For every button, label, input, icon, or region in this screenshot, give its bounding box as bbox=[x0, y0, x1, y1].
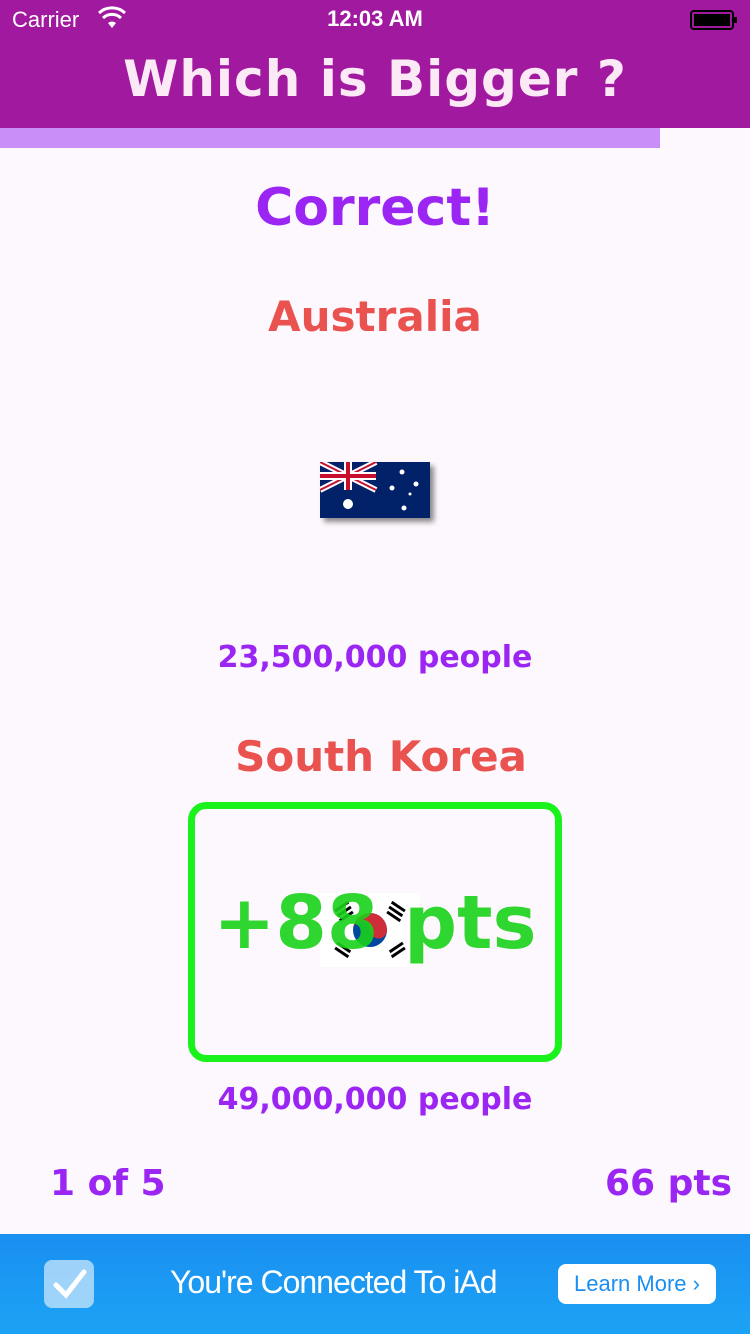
battery-icon bbox=[690, 10, 737, 30]
ad-message: You're Connected To iAd bbox=[170, 1264, 497, 1300]
quiz-progress-fill bbox=[0, 128, 660, 148]
status-time: 12:03 AM bbox=[327, 6, 423, 31]
points-award: +88 pts bbox=[213, 880, 537, 966]
page-title: Which is Bigger ? bbox=[123, 50, 627, 108]
score-total: 66 pts bbox=[604, 1163, 732, 1204]
population-second: 49,000,000 people bbox=[217, 1082, 533, 1117]
app-header: Carrier 12:03 AM Which is Bigger ? bbox=[0, 0, 750, 128]
round-counter: 1 of 5 bbox=[50, 1163, 166, 1204]
country-name-second: South Korea bbox=[235, 732, 527, 781]
australia-flag-icon[interactable] bbox=[320, 462, 430, 518]
status-bar: Carrier 12:03 AM bbox=[0, 0, 750, 40]
learn-more-button[interactable]: Learn More › bbox=[558, 1264, 716, 1304]
country-name-first: Australia bbox=[268, 292, 482, 341]
answer-result: Correct! bbox=[255, 178, 495, 238]
checkmark-icon bbox=[44, 1260, 94, 1308]
quiz-progress-bar bbox=[0, 128, 750, 148]
population-first: 23,500,000 people bbox=[217, 640, 533, 675]
iad-banner[interactable]: You're Connected To iAd Learn More › bbox=[0, 1234, 750, 1334]
